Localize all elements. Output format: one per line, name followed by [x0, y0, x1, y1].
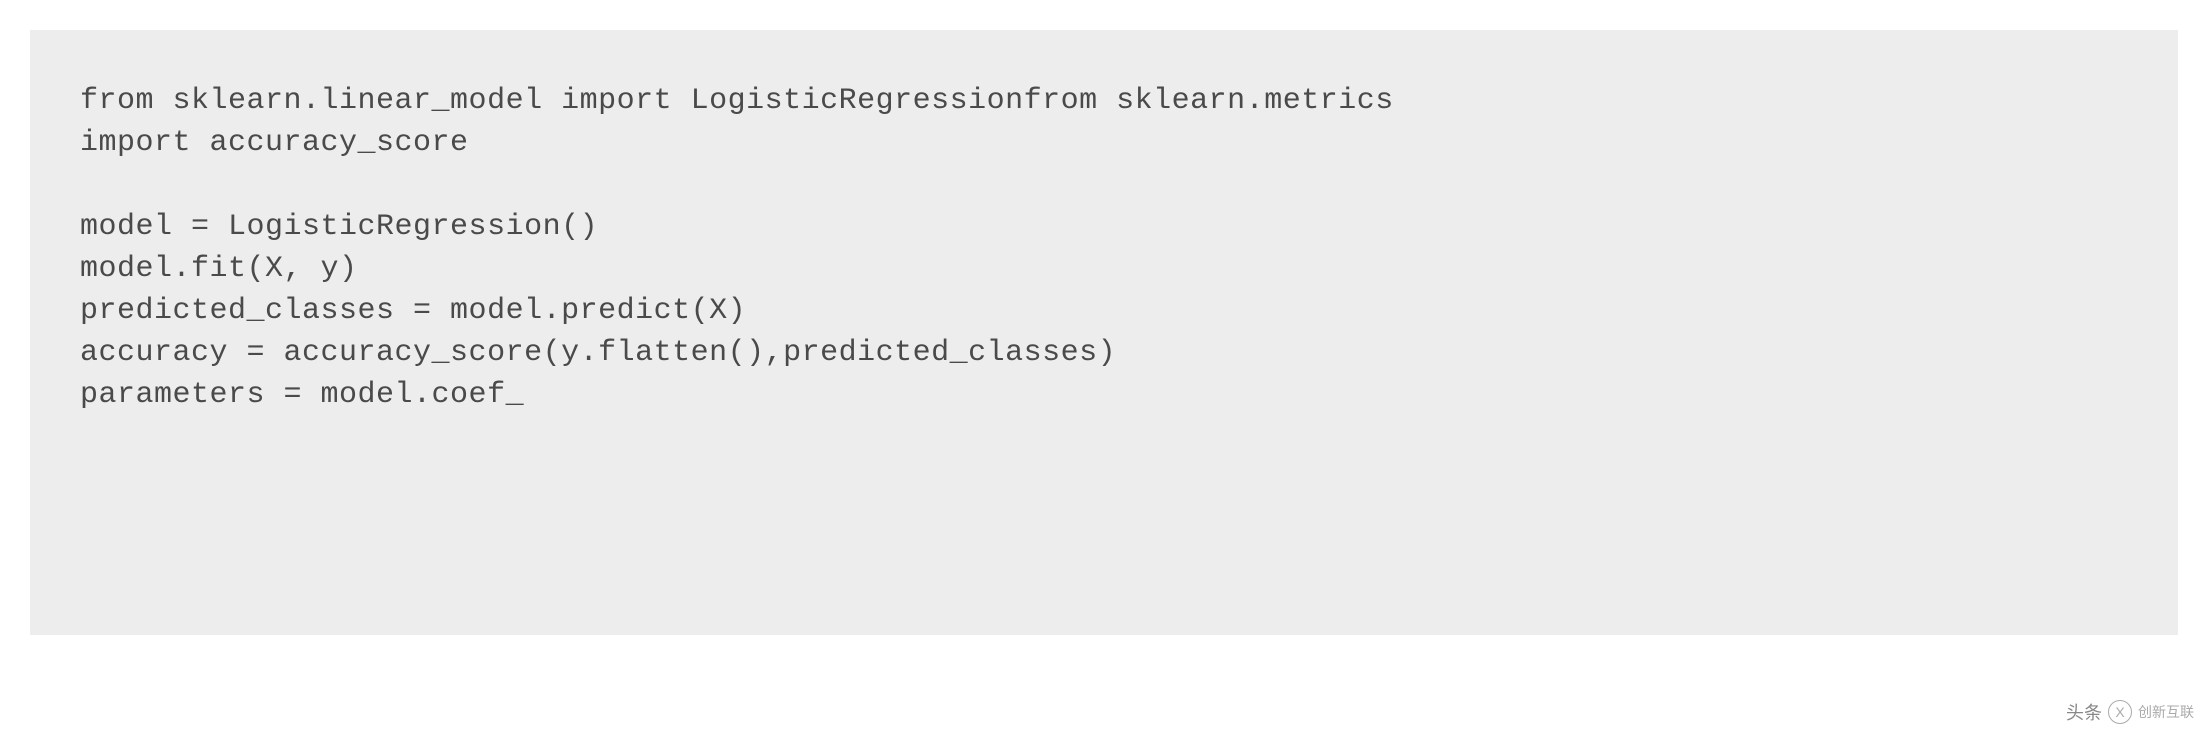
code-block: from sklearn.linear_model import Logisti…: [30, 30, 2178, 635]
watermark-brand: 创新互联: [2138, 702, 2194, 722]
code-line-8: parameters = model.coef_: [80, 374, 2128, 416]
watermark-logo-icon: X: [2108, 700, 2132, 724]
code-line-4: model = LogisticRegression(): [80, 206, 2128, 248]
code-line-7: accuracy = accuracy_score(y.flatten(),pr…: [80, 332, 2128, 374]
code-line-6: predicted_classes = model.predict(X): [80, 290, 2128, 332]
code-line-1: from sklearn.linear_model import Logisti…: [80, 80, 2128, 122]
code-line-5: model.fit(X, y): [80, 248, 2128, 290]
code-line-2: import accuracy_score: [80, 122, 2128, 164]
code-blank-line: [80, 164, 2128, 206]
